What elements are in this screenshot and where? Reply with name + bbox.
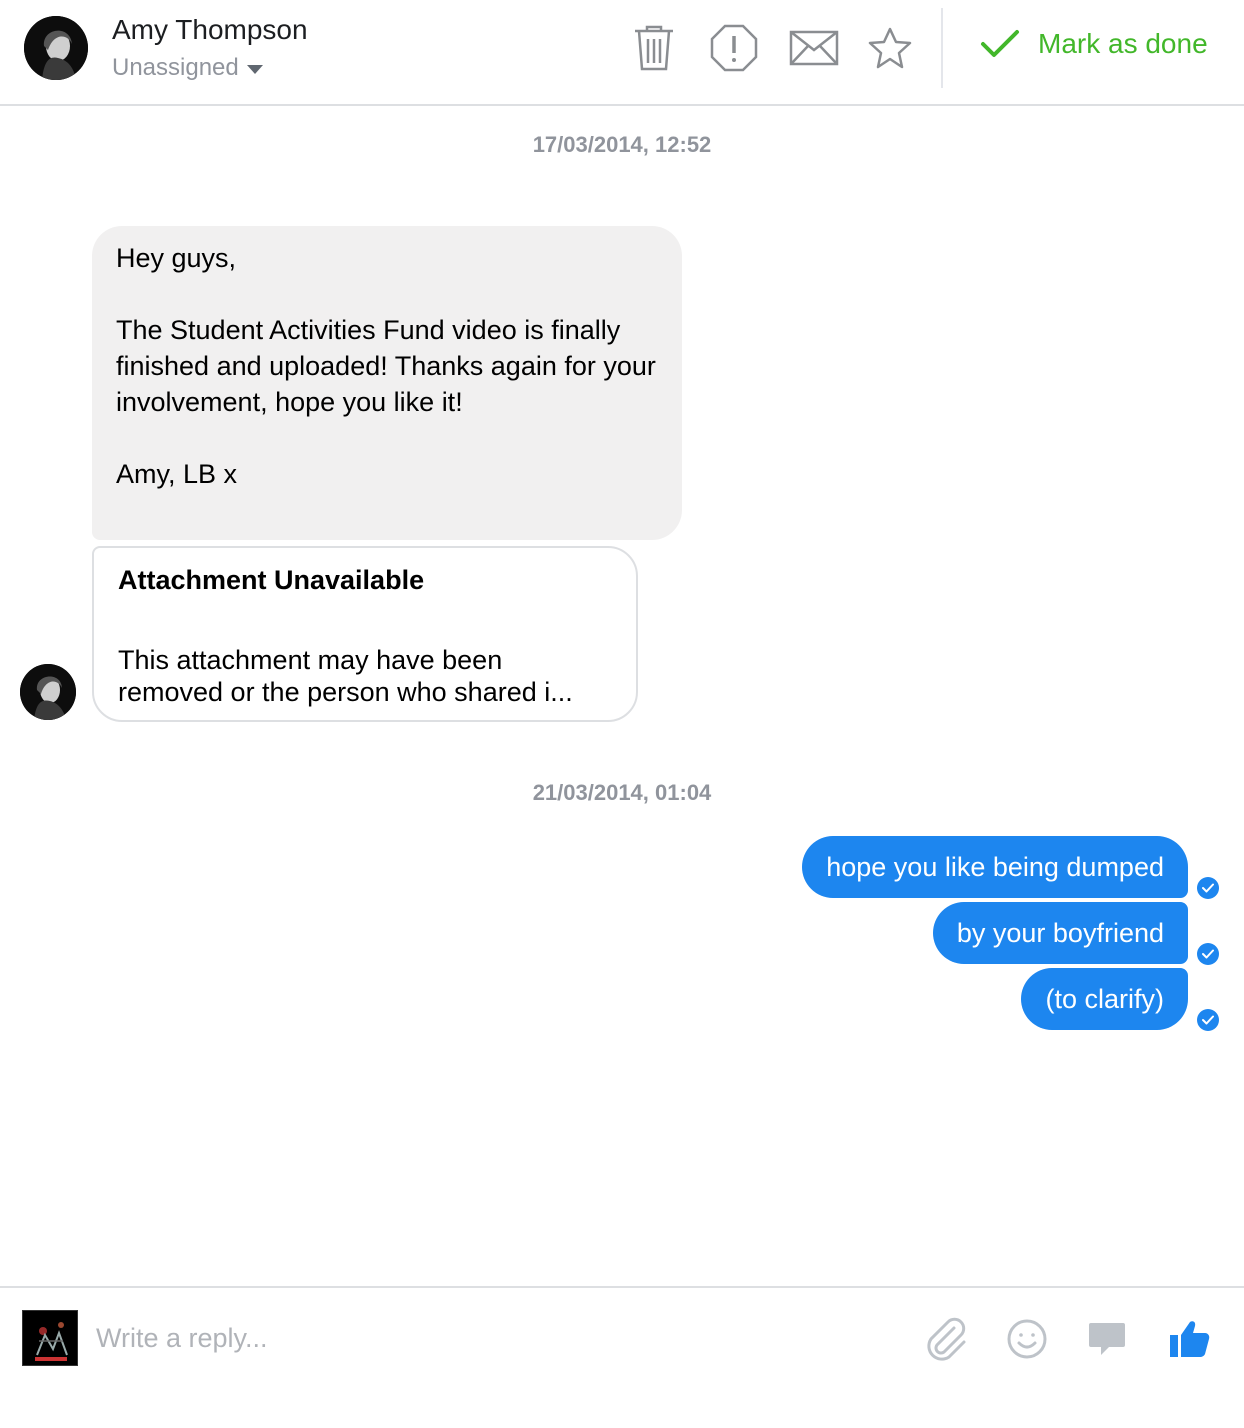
delete-button[interactable]: [628, 22, 680, 74]
reply-input[interactable]: [96, 1314, 796, 1362]
header-divider: [941, 8, 943, 88]
mark-spam-button[interactable]: [708, 22, 760, 74]
page-avatar: [22, 1310, 78, 1366]
paperclip-icon: [927, 1317, 966, 1361]
delivered-check-icon: [1197, 1009, 1219, 1031]
contact-name: Amy Thompson: [112, 14, 308, 45]
delivered-check-icon: [1197, 877, 1219, 899]
assignee-dropdown[interactable]: Unassigned: [112, 54, 263, 82]
contact-avatar[interactable]: [24, 16, 88, 80]
emoji-button[interactable]: [1004, 1316, 1050, 1362]
checkmark-icon: [981, 30, 1019, 57]
star-button[interactable]: [864, 22, 916, 74]
mark-as-done-button[interactable]: Mark as done: [980, 28, 1208, 60]
outgoing-message-bubble[interactable]: (to clarify): [1021, 968, 1188, 1030]
sender-avatar[interactable]: [20, 664, 76, 720]
conversation-header: Amy Thompson Unassigned Mark as done: [0, 0, 1244, 106]
trash-icon: [635, 25, 673, 71]
saved-replies-button[interactable]: [1084, 1316, 1130, 1362]
assignee-label: Unassigned: [112, 54, 239, 81]
thumbs-up-icon: [1170, 1321, 1210, 1357]
like-button[interactable]: [1166, 1316, 1212, 1362]
sticker-icon: [1089, 1323, 1125, 1355]
delivered-check-icon: [1197, 943, 1219, 965]
attachment-description: This attachment may have been removed or…: [118, 645, 573, 707]
attachment-title: Attachment Unavailable: [118, 565, 425, 595]
star-icon: [868, 27, 912, 69]
mark-unread-button[interactable]: [788, 22, 840, 74]
report-icon: [710, 24, 758, 72]
caret-down-icon: [246, 64, 263, 74]
attachment-card[interactable]: Attachment Unavailable This attachment m…: [92, 546, 638, 722]
message-timestamp: 17/03/2014, 12:52: [532, 132, 712, 157]
incoming-message-bubble[interactable]: Hey guys, The Student Activities Fund vi…: [92, 226, 682, 540]
attach-file-button[interactable]: [924, 1316, 970, 1362]
mark-as-done-label: Mark as done: [1038, 28, 1208, 59]
reply-composer: [0, 1286, 1244, 1428]
incoming-message-text: Hey guys, The Student Activities Fund vi…: [116, 243, 656, 489]
outgoing-message-bubble[interactable]: hope you like being dumped: [802, 836, 1188, 898]
mail-icon: [789, 30, 839, 66]
message-timestamp: 21/03/2014, 01:04: [532, 780, 712, 805]
outgoing-message-bubble[interactable]: by your boyfriend: [932, 902, 1188, 964]
emoji-icon: [1007, 1319, 1047, 1359]
